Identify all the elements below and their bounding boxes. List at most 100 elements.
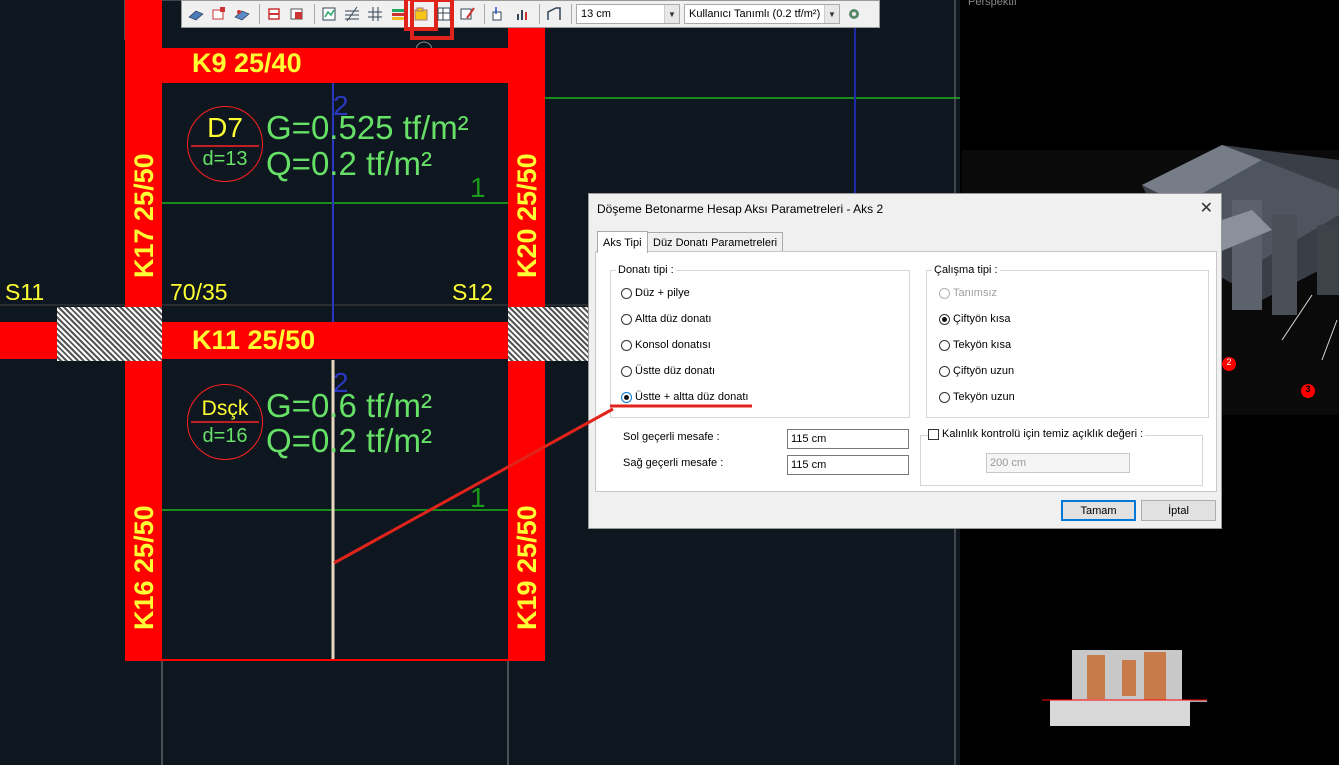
calisma-tipi-label: Çalışma tipi : <box>932 264 1000 276</box>
toolbar-separator <box>259 4 260 24</box>
radio-label: Çiftyön uzun <box>953 365 1015 377</box>
close-icon[interactable]: ✕ <box>1200 198 1213 218</box>
tool-chart-icon[interactable] <box>512 4 532 24</box>
radio-circle[interactable] <box>621 313 632 325</box>
cancel-button[interactable]: İptal <box>1141 500 1216 521</box>
radio-circle[interactable] <box>939 339 950 351</box>
kalinlik-checkbox-row[interactable]: Kalınlık kontrolü için temiz açıklık değ… <box>928 428 1146 440</box>
sol-mesafe-label: Sol geçerli mesafe : <box>623 431 720 443</box>
radio-circle[interactable] <box>939 313 950 325</box>
slab-dsck-name: Dsçk <box>201 397 249 420</box>
kalinlik-input[interactable]: 200 cm <box>986 453 1130 473</box>
thickness-combo-value: 13 cm <box>581 8 611 20</box>
tool-load-icon[interactable] <box>319 4 339 24</box>
radio-circle[interactable] <box>939 365 950 377</box>
slab-dsck-marker-divider <box>191 421 259 423</box>
slab-toolbar: 13 cm ▼ Kullanıcı Tanımlı (0.2 tf/m²) ▼ <box>181 0 880 31</box>
toolbar-separator <box>571 4 572 24</box>
radio-konsol[interactable]: Konsol donatısı <box>621 339 711 351</box>
radio-duz-pilye[interactable]: Düz + pilye <box>621 287 690 299</box>
tool-slab-edit-icon[interactable] <box>209 4 229 24</box>
radio-ciftyon-kisa[interactable]: Çiftyön kısa <box>939 313 1010 325</box>
beam-k9-label: K9 25/40 <box>192 48 302 78</box>
radio-ustte-duz[interactable]: Üstte düz donatı <box>621 365 715 377</box>
chevron-down-icon[interactable]: ▼ <box>664 5 679 23</box>
toolbar-separator <box>484 4 485 24</box>
radio-label: Tekyön kısa <box>953 339 1012 351</box>
tool-section-icon[interactable] <box>544 4 564 24</box>
slab-d7-q-load: Q=0.2 tf/m² <box>266 145 432 182</box>
radio-altta-duz[interactable]: Altta düz donatı <box>621 313 711 325</box>
slab-d7-name: D7 <box>207 112 243 143</box>
radio-label: Altta düz donatı <box>635 313 712 325</box>
beam-k16-label: K16 25/50 <box>129 505 159 630</box>
beam-k19-label: K19 25/50 <box>512 505 542 630</box>
sag-mesafe-label: Sağ geçerli mesafe : <box>623 457 724 469</box>
radio-circle[interactable] <box>621 391 632 403</box>
slab-dsck-q-load: Q=0.2 tf/m² <box>266 422 432 459</box>
perspective-axis-2-label: 2 <box>1226 357 1232 367</box>
tool-erase-icon[interactable] <box>457 4 477 24</box>
tool-opening-icon[interactable] <box>287 4 307 24</box>
column-s12-label: S12 <box>452 279 493 305</box>
tool-table-icon[interactable] <box>434 4 454 24</box>
slab-d7-g-load: G=0.525 tf/m² <box>266 109 469 146</box>
donati-tipi-label: Donatı tipi : <box>616 264 676 276</box>
column-s11-hatch[interactable] <box>57 307 162 361</box>
slab-dsck-g-load: G=0.6 tf/m² <box>266 387 432 424</box>
radio-label: Üstte düz donatı <box>635 365 716 377</box>
tool-slab-icon[interactable] <box>186 4 206 24</box>
radio-label: Üstte + altta düz donatı <box>635 391 749 403</box>
tool-grid-icon[interactable] <box>365 4 385 24</box>
axis-1-label-bottom: 1 <box>470 482 486 513</box>
tool-beam-icon[interactable] <box>264 4 284 24</box>
sol-mesafe-input[interactable]: 115 cm <box>787 429 909 449</box>
radio-ciftyon-uzun[interactable]: Çiftyön uzun <box>939 365 1014 377</box>
radio-circle[interactable] <box>621 339 632 351</box>
slab-axis-params-dialog: Döşeme Betonarme Hesap Aksı Parametreler… <box>588 193 1222 529</box>
radio-label: Çiftyön kısa <box>953 313 1011 325</box>
slab-dsck-thickness: d=16 <box>202 425 248 447</box>
kalinlik-checkbox[interactable] <box>928 428 939 440</box>
chevron-down-icon[interactable]: ▼ <box>824 5 839 23</box>
load-type-combo[interactable]: Kullanıcı Tanımlı (0.2 tf/m²) ▼ <box>684 4 840 24</box>
tool-lines-icon[interactable] <box>342 4 362 24</box>
radio-ustte-altta-duz[interactable]: Üstte + altta düz donatı <box>621 391 748 403</box>
perspective-axis-3-label: 3 <box>1305 384 1311 394</box>
beam-k20-label: K20 25/50 <box>512 153 542 278</box>
radio-tanimsiz[interactable]: Tanımsız <box>939 287 997 299</box>
column-s12-hatch[interactable] <box>508 307 588 361</box>
tab-duz-donati-params[interactable]: Düz Donatı Parametreleri <box>647 232 784 252</box>
radio-tekyon-kisa[interactable]: Tekyön kısa <box>939 339 1011 351</box>
toolbar-separator <box>314 4 315 24</box>
beam-k11-label: K11 25/50 <box>192 325 316 355</box>
column-dimension-label: 70/35 <box>170 279 228 305</box>
dialog-title: Döşeme Betonarme Hesap Aksı Parametreler… <box>597 202 884 216</box>
radio-label: Konsol donatısı <box>635 339 711 351</box>
radio-label: Düz + pilye <box>635 287 690 299</box>
tool-slab-copy-icon[interactable] <box>232 4 252 24</box>
tool-slab-axis-params-icon[interactable] <box>404 0 438 31</box>
tool-align-icon[interactable] <box>489 4 509 24</box>
thickness-combo[interactable]: 13 cm ▼ <box>576 4 680 24</box>
radio-circle[interactable] <box>939 391 950 403</box>
tab-panel: Donatı tipi : Düz + pilye Altta düz dona… <box>595 251 1217 492</box>
tab-aks-tipi[interactable]: Aks Tipi <box>597 231 648 253</box>
axis-1-label-top: 1 <box>470 172 486 203</box>
sag-mesafe-input[interactable]: 115 cm <box>787 455 909 475</box>
toolbar-separator <box>539 4 540 24</box>
column-s11-label: S11 <box>5 279 45 305</box>
beam-k17-label: K17 25/50 <box>129 153 159 278</box>
radio-label: Tekyön uzun <box>953 391 1015 403</box>
radio-tekyon-uzun[interactable]: Tekyön uzun <box>939 391 1015 403</box>
radio-circle[interactable] <box>939 287 950 299</box>
kalinlik-label: Kalınlık kontrolü için temiz açıklık değ… <box>942 428 1144 440</box>
radio-label: Tanımsız <box>953 287 998 299</box>
radio-circle[interactable] <box>621 365 632 377</box>
load-type-combo-value: Kullanıcı Tanımlı (0.2 tf/m²) <box>689 8 821 20</box>
radio-circle[interactable] <box>621 287 632 299</box>
ok-button[interactable]: Tamam <box>1061 500 1136 521</box>
slab-d7-thickness: d=13 <box>202 148 248 170</box>
tool-settings-gear-icon[interactable] <box>844 4 864 24</box>
tool-layers-icon[interactable] <box>388 4 408 24</box>
